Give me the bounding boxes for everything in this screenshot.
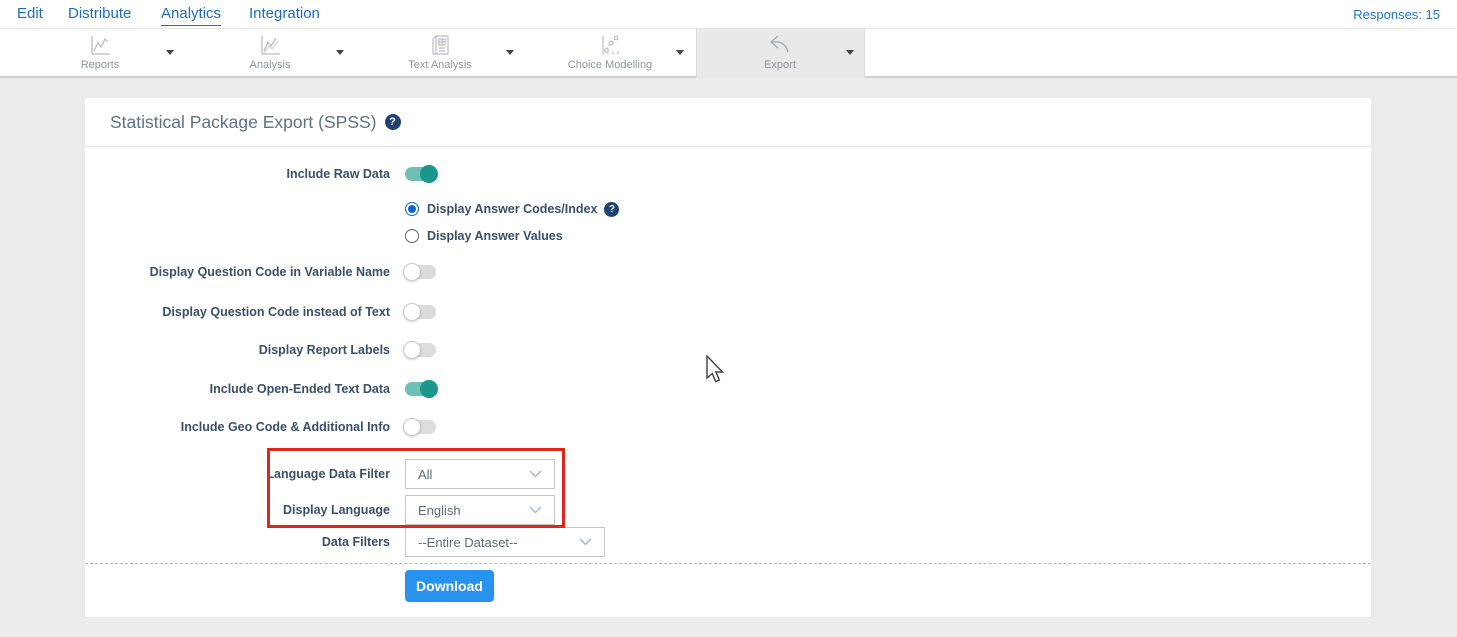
analytics-toolbar: Reports Analysis Text Analysis <box>0 29 1457 78</box>
page-title: Statistical Package Export (SPSS) <box>110 112 377 133</box>
geo-code-row: Include Geo Code & Additional Info <box>85 418 436 436</box>
include-raw-data-row: Include Raw Data <box>85 165 436 183</box>
reports-dropdown-caret[interactable] <box>166 50 174 55</box>
title-help-icon[interactable]: ? <box>385 114 401 130</box>
multi-line-chart-icon <box>258 33 282 57</box>
language-data-filter-value: All <box>418 467 432 482</box>
nav-item-integration[interactable]: Integration <box>249 5 320 23</box>
download-button[interactable]: Download <box>405 570 494 602</box>
include-raw-data-label: Include Raw Data <box>85 167 390 181</box>
analysis-dropdown-caret[interactable] <box>336 50 344 55</box>
page-root: { "top_nav": { "items": [ { "label": "Ed… <box>0 0 1457 637</box>
data-filters-row: Data Filters --Entire Dataset-- <box>85 527 605 557</box>
answer-values-option-row: Display Answer Values <box>405 228 563 244</box>
answer-codes-option-row: Display Answer Codes/Index ? <box>405 201 619 217</box>
line-chart-icon <box>88 33 112 57</box>
footer-separator <box>85 563 1371 564</box>
open-ended-toggle[interactable] <box>405 382 436 396</box>
toolbar-tab-label: Text Analysis <box>408 59 472 71</box>
report-labels-row: Display Report Labels <box>85 341 436 359</box>
toolbar-tab-analysis[interactable]: Analysis <box>210 33 330 77</box>
spss-export-panel: Statistical Package Export (SPSS) ? Incl… <box>85 98 1371 617</box>
include-raw-data-toggle[interactable] <box>405 167 436 181</box>
question-code-variable-toggle[interactable] <box>405 265 436 279</box>
report-labels-label: Display Report Labels <box>85 343 390 357</box>
display-answer-values-radio[interactable] <box>405 229 419 243</box>
answer-codes-help-icon[interactable]: ? <box>604 202 619 217</box>
export-dropdown-caret[interactable] <box>846 50 854 55</box>
toolbar-tab-label: Analysis <box>250 59 291 71</box>
display-answer-codes-label: Display Answer Codes/Index <box>427 202 597 216</box>
language-data-filter-row: Language Data Filter All <box>85 459 555 489</box>
chevron-down-icon <box>529 470 542 478</box>
toolbar-tab-label: Choice Modelling <box>568 59 652 71</box>
toggle-knob <box>403 303 421 321</box>
question-code-text-toggle[interactable] <box>405 305 436 319</box>
toggle-knob <box>403 418 421 436</box>
toolbar-tab-label: Reports <box>81 59 120 71</box>
toolbar-tab-label: Export <box>764 59 796 71</box>
nav-item-analytics[interactable]: Analytics <box>161 5 221 26</box>
chevron-down-icon <box>579 538 592 546</box>
display-answer-values-label: Display Answer Values <box>427 229 563 243</box>
question-code-variable-label: Display Question Code in Variable Name <box>85 265 390 279</box>
top-navigation-bar: Edit Distribute Analytics Integration Re… <box>0 0 1457 29</box>
responses-count[interactable]: Responses: 15 <box>1353 7 1440 22</box>
toolbar-tab-reports[interactable]: Reports <box>40 33 160 77</box>
toolbar-tab-export[interactable]: Export <box>720 33 840 77</box>
display-answer-codes-radio[interactable] <box>405 202 419 216</box>
data-filters-label: Data Filters <box>85 535 390 549</box>
toolbar-tab-choice-modelling[interactable]: Choice Modelling <box>550 33 670 77</box>
scatter-chart-icon <box>598 33 622 57</box>
geo-code-toggle[interactable] <box>405 420 436 434</box>
panel-header: Statistical Package Export (SPSS) ? <box>85 98 1371 147</box>
toggle-knob <box>420 165 438 183</box>
data-filters-select[interactable]: --Entire Dataset-- <box>405 527 605 557</box>
language-data-filter-select[interactable]: All <box>405 459 555 489</box>
chevron-down-icon <box>529 506 542 514</box>
data-filters-value: --Entire Dataset-- <box>418 535 518 550</box>
export-arrow-icon <box>767 33 793 57</box>
toolbar-tab-text-analysis[interactable]: Text Analysis <box>380 33 500 77</box>
display-language-label: Display Language <box>85 503 390 517</box>
nav-item-edit[interactable]: Edit <box>17 5 43 23</box>
report-labels-toggle[interactable] <box>405 343 436 357</box>
open-ended-row: Include Open-Ended Text Data <box>85 380 436 398</box>
document-grid-icon <box>428 33 452 57</box>
nav-item-distribute[interactable]: Distribute <box>68 5 131 23</box>
text-analysis-dropdown-caret[interactable] <box>506 50 514 55</box>
display-language-value: English <box>418 503 461 518</box>
display-language-select[interactable]: English <box>405 495 555 525</box>
question-code-variable-row: Display Question Code in Variable Name <box>85 263 436 281</box>
question-code-text-label: Display Question Code instead of Text <box>85 305 390 319</box>
toggle-knob <box>403 263 421 281</box>
open-ended-label: Include Open-Ended Text Data <box>85 382 390 396</box>
geo-code-label: Include Geo Code & Additional Info <box>85 420 390 434</box>
choice-modelling-dropdown-caret[interactable] <box>676 50 684 55</box>
language-data-filter-label: Language Data Filter <box>85 467 390 481</box>
question-code-text-row: Display Question Code instead of Text <box>85 303 436 321</box>
toggle-knob <box>403 341 421 359</box>
toggle-knob <box>420 380 438 398</box>
display-language-row: Display Language English <box>85 495 555 525</box>
